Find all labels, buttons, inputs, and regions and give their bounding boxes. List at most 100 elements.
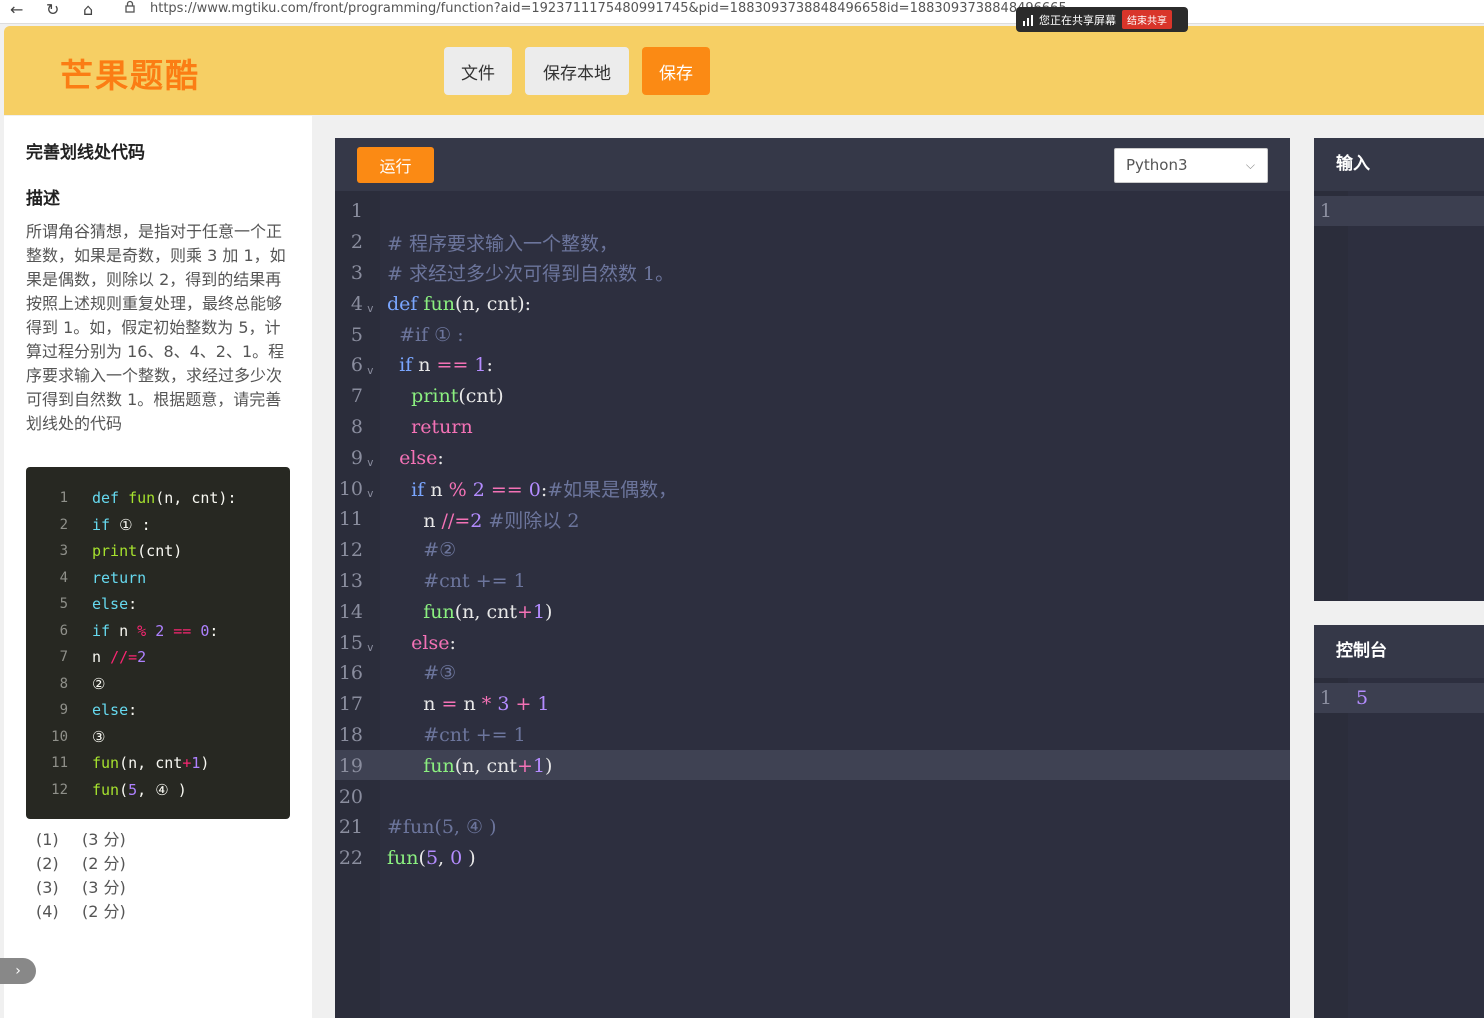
fold-icon[interactable]: v xyxy=(367,487,374,500)
snippet-code: ② xyxy=(92,674,106,693)
snippet-line-number: 1 xyxy=(59,490,68,507)
score-index: (4) xyxy=(36,902,59,921)
snippet-code: print(cnt) xyxy=(92,542,183,561)
score-index: (3) xyxy=(36,878,59,897)
home-icon[interactable]: ⌂ xyxy=(83,1,93,19)
snippet-line-number: 8 xyxy=(59,675,68,692)
score-item: (2) (2 分) xyxy=(36,852,126,876)
code-line[interactable]: 15 v else: xyxy=(335,627,1290,658)
language-select[interactable]: Python3 ⌵ xyxy=(1114,148,1268,183)
screen-share-bar: 您正在共享屏幕 结束共享 xyxy=(1016,7,1188,32)
fold-icon[interactable]: v xyxy=(367,641,374,654)
code-text: def fun(n, cnt): xyxy=(387,292,532,315)
input-pane: 输入 1 xyxy=(1314,138,1484,601)
code-line[interactable]: 3 # 求经过多少次可得到自然数 1。 xyxy=(335,258,1290,289)
reload-icon[interactable]: ↻ xyxy=(46,1,59,19)
question-title: 完善划线处代码 xyxy=(26,143,145,163)
snippet-line: 11 fun(n, cnt+1) xyxy=(26,750,290,777)
problem-panel: 完善划线处代码 描述 所谓角谷猜想，是指对于任意一个正整数，如果是奇数，则乘 3… xyxy=(4,116,312,1018)
code-text: #cnt += 1 xyxy=(423,723,526,746)
code-line[interactable]: 19 fun(n, cnt+1) xyxy=(335,750,1290,781)
line-number: 11 xyxy=(338,508,363,531)
code-line[interactable]: 8 return xyxy=(335,412,1290,443)
file-button[interactable]: 文件 xyxy=(444,47,512,95)
code-text: fun(5, 0 ) xyxy=(387,847,476,870)
save-button[interactable]: 保存 xyxy=(642,47,710,95)
line-number: 22 xyxy=(338,847,363,870)
snippet-code: def fun(n, cnt): xyxy=(92,489,237,508)
code-text: #③ xyxy=(423,662,457,685)
code-line[interactable]: 1 xyxy=(335,196,1290,227)
snippet-line: 7 n //=2 xyxy=(26,644,290,671)
code-line[interactable]: 20 xyxy=(335,781,1290,812)
code-text: # 程序要求输入一个整数， xyxy=(387,232,618,255)
code-text: if n % 2 == 0:#如果是偶数， xyxy=(411,479,678,502)
code-line[interactable]: 6v if n == 1: xyxy=(335,350,1290,381)
code-area[interactable]: 1 2 # 程序要求输入一个整数， 3 # 求经过多少次可得到自然数 1。 4 v def f… xyxy=(335,196,1290,874)
code-text: return xyxy=(411,415,473,438)
back-icon[interactable]: ← xyxy=(10,1,23,19)
code-text: n = n * 3 + 1 xyxy=(387,693,550,716)
code-text: if n == 1: xyxy=(399,354,493,377)
snippet-code: if n % 2 == 0: xyxy=(92,621,219,640)
line-number: 17 xyxy=(338,693,363,716)
line-number: 1 xyxy=(350,200,363,223)
stop-share-button[interactable]: 结束共享 xyxy=(1122,10,1172,29)
snippet-line: 12 fun(5, ④ ) xyxy=(26,777,290,804)
score-index: (1) xyxy=(36,830,59,849)
code-line[interactable]: 7 print(cnt) xyxy=(335,381,1290,412)
snippet-line-number: 11 xyxy=(51,755,68,772)
code-line[interactable]: 17 n = n * 3 + 1 xyxy=(335,689,1290,720)
snippet-line-number: 12 xyxy=(51,781,68,798)
code-line[interactable]: 18 #cnt += 1 xyxy=(335,720,1290,751)
snippet-line: 4 return xyxy=(26,565,290,592)
code-text: print(cnt) xyxy=(411,385,504,408)
browser-address-bar: ← ↻ ⌂ https://www.mgtiku.com/front/progr… xyxy=(0,0,1484,24)
console-gutter xyxy=(1314,678,1348,1018)
line-number: 8 xyxy=(350,415,363,438)
snippet-line-number: 3 xyxy=(59,543,68,560)
fold-icon[interactable]: v xyxy=(367,302,374,315)
panel-toggle-button[interactable]: › xyxy=(0,958,36,984)
input-line[interactable]: 1 xyxy=(1314,196,1484,226)
code-line[interactable]: 9v else: xyxy=(335,442,1290,473)
line-number: 4 xyxy=(350,292,363,315)
code-line[interactable]: 12 #② xyxy=(335,535,1290,566)
code-line[interactable]: 21 #fun(5, ④ ) xyxy=(335,812,1290,843)
fold-icon[interactable]: v xyxy=(367,456,374,469)
line-number: 13 xyxy=(338,569,363,592)
code-line[interactable]: 16 #③ xyxy=(335,658,1290,689)
logo[interactable]: 芒果题酷 xyxy=(60,49,200,97)
share-status-text: 您正在共享屏幕 xyxy=(1039,13,1116,27)
line-number: 14 xyxy=(338,600,363,623)
line-number: 21 xyxy=(338,816,363,839)
snippet-line-number: 7 xyxy=(59,649,68,666)
snippet-code: else: xyxy=(92,701,138,720)
code-line[interactable]: 5 #if ① : xyxy=(335,319,1290,350)
snippet-line: 1 def fun(n, cnt): xyxy=(26,485,290,512)
console-line: 1 5 xyxy=(1314,683,1484,713)
code-line[interactable]: 10 v if n % 2 == 0:#如果是偶数， xyxy=(335,473,1290,504)
code-line[interactable]: 14 fun(n, cnt+1) xyxy=(335,596,1290,627)
fold-icon[interactable]: v xyxy=(367,364,374,377)
save-local-button[interactable]: 保存本地 xyxy=(525,47,629,95)
problem-description: 所谓角谷猜想，是指对于任意一个正整数，如果是奇数，则乘 3 加 1，如果是偶数，… xyxy=(26,222,286,433)
code-line[interactable]: 4 v def fun(n, cnt): xyxy=(335,288,1290,319)
chevron-down-icon: ⌵ xyxy=(1245,158,1255,172)
app-header: 芒果题酷 文件 保存本地 保存 xyxy=(4,26,1484,115)
snippet-code: else: xyxy=(92,595,138,614)
snippet-code: return xyxy=(92,568,147,587)
editor-toolbar: 运行 Python3 ⌵ xyxy=(335,138,1290,191)
lock-icon xyxy=(125,0,135,13)
code-line[interactable]: 22 fun(5, 0 ) xyxy=(335,843,1290,874)
run-button[interactable]: 运行 xyxy=(357,147,434,183)
chevron-right-icon: › xyxy=(15,963,21,979)
url-text[interactable]: https://www.mgtiku.com/front/programming… xyxy=(150,1,1067,17)
code-text: #② xyxy=(423,539,457,562)
score-list: (1) (3 分) (2) (2 分) (3) (3 分) (4) (2 分) xyxy=(36,828,126,924)
line-number: 6 xyxy=(350,354,363,377)
code-line[interactable]: 11 n //=2 #则除以 2 xyxy=(335,504,1290,535)
snippet-line: 6 if n % 2 == 0: xyxy=(26,618,290,645)
code-line[interactable]: 13 #cnt += 1 xyxy=(335,566,1290,597)
code-line[interactable]: 2 # 程序要求输入一个整数， xyxy=(335,227,1290,258)
